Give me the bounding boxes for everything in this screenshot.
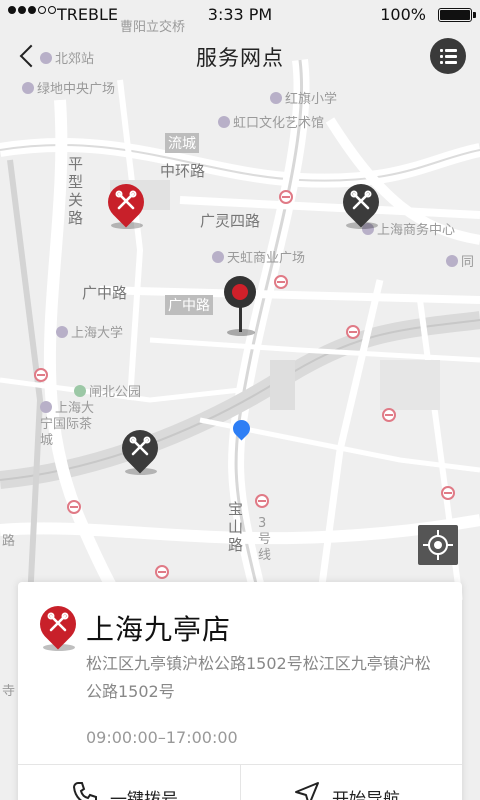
tools-icon (129, 436, 151, 456)
page-title: 服务网点 (196, 46, 284, 70)
navigate-button-label: 开始导航 (332, 790, 400, 800)
service-point-marker[interactable] (114, 422, 166, 476)
map-label: 红旗小学 (270, 88, 337, 107)
metro-station-icon (279, 190, 293, 204)
metro-station-icon (255, 494, 269, 508)
service-point-marker[interactable] (100, 176, 152, 230)
map-label: 中环路 (160, 162, 206, 180)
metro-station-icon (274, 275, 288, 289)
metro-station-icon (34, 368, 48, 382)
map-label: 寺 (2, 684, 16, 699)
current-location-icon (229, 416, 254, 444)
metro-station-icon (155, 565, 169, 579)
store-hours: 09:00:00–17:00:00 (86, 728, 238, 747)
metro-station-icon (346, 325, 360, 339)
map-label: 广中路 (165, 295, 213, 315)
phone-icon (72, 782, 97, 800)
list-view-button[interactable] (430, 38, 466, 74)
metro-station-icon (67, 500, 81, 514)
navigate-button[interactable]: 开始导航 (240, 765, 462, 800)
call-button[interactable]: 一键拨号 (18, 765, 240, 800)
map-label: 上海大宁国际茶城 (40, 401, 95, 448)
battery-percent: 100% (380, 5, 426, 24)
store-address: 松江区九亭镇沪松公路1502号松江区九亭镇沪松公路1502号 (86, 654, 431, 701)
store-name: 上海九亭店 (86, 613, 232, 646)
tools-icon (350, 190, 372, 210)
store-marker-icon (32, 598, 84, 652)
map-label: 平型关路 (68, 155, 84, 227)
metro-station-icon (382, 408, 396, 422)
map-label: 3号线 (258, 516, 272, 563)
battery-icon (438, 8, 476, 22)
map-label: 广灵四路 (200, 212, 261, 230)
search-center-pin-icon[interactable] (222, 276, 258, 338)
map-label: 广中路 (82, 284, 128, 302)
navigation-arrow-icon (295, 782, 319, 800)
tools-icon (115, 190, 137, 210)
nav-header: 服务网点 (0, 30, 480, 82)
map-label: 同 (446, 251, 474, 270)
map-label: 闸北公园 (74, 381, 141, 400)
map-label: 上海大学 (56, 322, 123, 341)
locate-me-button[interactable] (418, 525, 458, 565)
map-label: 路 (2, 534, 16, 549)
store-info-card[interactable]: 上海九亭店 松江区九亭镇沪松公路1502号松江区九亭镇沪松公路1502号 09:… (18, 582, 462, 800)
map-label: 流城 (165, 133, 199, 153)
metro-station-icon (441, 486, 455, 500)
tools-icon (47, 612, 69, 632)
status-bar: TREBLE 3:33 PM 100% (0, 0, 480, 30)
service-point-marker[interactable] (335, 176, 387, 230)
map-label: 天虹商业广场 (212, 247, 305, 266)
map-label: 宝山路 (228, 500, 244, 554)
map-label: 虹口文化艺术馆 (218, 112, 324, 131)
call-button-label: 一键拨号 (110, 790, 178, 800)
